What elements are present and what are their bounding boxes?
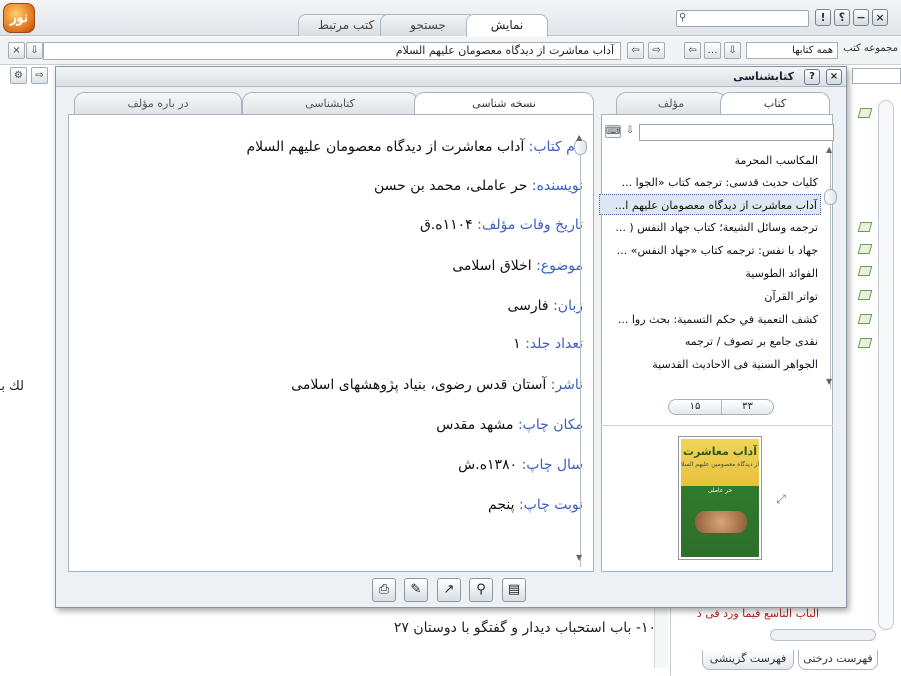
bibliography-dialog: کتابشناسی ? × در باره مؤلف کتابشناسی نسخ… [55,66,847,608]
help-button[interactable]: ? [804,69,820,85]
search-icon: ⚲ [679,12,687,23]
background-text-line: ۱۰- باب استحباب دیدار و گفتگو با دوستان … [393,620,656,636]
tab-manuscript[interactable]: نسخه شناسی [414,92,594,116]
book-cover-image[interactable]: آداب معاشرت از دیدگاه معصومین علیهم السل… [678,436,762,560]
tree-search-input[interactable] [852,68,901,84]
background-text-fragment: لك به [0,379,24,394]
edit-icon[interactable]: ✎ [404,578,428,602]
field-language: زبان: فارسی [507,298,584,314]
tab-search[interactable]: جستجو [380,14,476,36]
field-print-place: مکان چاپ: مشهد مقدس [436,417,583,433]
tab-book[interactable]: کتاب [720,92,830,116]
expand-icon[interactable]: ⤢ [774,493,788,507]
tree-horizontal-scrollbar[interactable] [770,629,876,641]
tab-about-author[interactable]: در باره مؤلف [74,92,242,115]
tree-scrollbar[interactable] [878,100,894,630]
tab-bibliography[interactable]: کتابشناسی [242,92,418,115]
list-item[interactable]: الفوائد الطوسية [599,263,821,284]
list-scrollbar[interactable]: ▲ ▼ [824,145,838,389]
close-button[interactable]: × [826,69,842,85]
app-logo[interactable]: نور [3,3,35,33]
list-item[interactable]: الجواهر السنیة فی الاحادیث القدسیة [599,354,821,375]
wrench-icon[interactable]: ⚙ [10,67,27,84]
back-arrow-icon[interactable]: ⇦ [627,42,644,59]
book-icon[interactable] [857,222,873,232]
pager-current: ۱۵ [689,401,701,412]
tab-author[interactable]: مؤلف [616,92,726,115]
cover-author: حر عاملی [707,487,733,494]
keyboard-icon[interactable]: ⌨ [605,125,621,138]
minimize-button[interactable]: − [853,9,869,26]
list-item[interactable]: کلیات حدیث قدسی: ترجمه کتاب «الجوا ... [599,172,821,193]
print-icon[interactable]: ⎙ [372,578,396,602]
book-search-input[interactable] [639,124,834,141]
tree-item-red[interactable]: الباب التاسع فیما ورد فی ذ [683,607,819,620]
book-title-field[interactable]: آداب معاشرت از دیدگاه معصومان علیهم السل… [43,42,621,60]
help-button[interactable]: ؟ [834,9,850,26]
dialog-toolbar: ⎙ ✎ ↗ ⚲ ▤ [68,572,834,604]
list-item[interactable]: تواتر القرآن [599,286,821,307]
down-arrow-icon[interactable]: ⇩ [623,125,637,140]
book-icon[interactable] [857,314,873,324]
field-print-year: سال چاپ: ۱۳۸۰ه.ش [458,457,583,473]
search-icon[interactable]: ⚲ [469,578,493,602]
book-icon[interactable] [857,108,873,118]
book-icon[interactable] [857,244,873,254]
scroll-up-icon[interactable]: ▲ [826,145,832,154]
book-icon[interactable] [857,338,873,348]
cover-title: آداب معاشرت [683,445,757,458]
list-item[interactable]: کشف التعمیة في حکم التسمیة: بحث روا ... [599,309,821,330]
close-doc-button[interactable]: × [8,42,25,59]
list-item[interactable]: المکاسب المحرمة [599,150,821,171]
search-input[interactable]: ⚲ [676,10,809,27]
tab-tree-index[interactable]: فهرست درختی [798,650,878,670]
tab-display[interactable]: نمایش [466,14,548,37]
field-publisher: ناشر: آستان قدس رضوی، بنیاد پژوهشهای اسل… [291,377,583,393]
cover-subtitle: از دیدگاه معصومین علیهم السلام [681,461,759,468]
collection-label: مجموعه کتب [843,43,898,54]
list-item[interactable]: نقدی جامع بر تصوف / ترجمه [599,331,821,352]
book-icon[interactable] [857,266,873,276]
field-subject: موضوع: اخلاق اسلامی [452,258,583,274]
field-death-date: تاریخ وفات مؤلف: ۱۱۰۴ه.ق [419,217,583,233]
export-icon[interactable]: ⇨ [31,67,48,84]
export-icon[interactable]: ↗ [437,578,461,602]
details-scrollbar[interactable]: ▲ ▼ [574,133,588,567]
close-button[interactable]: × [872,9,888,26]
dialog-title: کتابشناسی [733,70,794,83]
field-edition: نوبت چاپ: پنجم [488,497,583,513]
more-icon[interactable]: … [704,42,721,59]
alert-button[interactable]: ! [815,9,831,26]
dialog-titlebar [56,67,846,87]
handshake-image [695,511,747,533]
list-item[interactable]: ترجمه وسائل الشيعة؛ كتاب جهاد النفس ( ..… [599,217,821,238]
collection-select[interactable]: همه کتابها [746,42,838,59]
list-pager[interactable]: ۱۵ ۳۳ [668,399,774,415]
book-icon[interactable] [857,290,873,300]
field-volumes: تعداد جلد: ۱ [513,336,583,352]
down-arrow-icon[interactable]: ⇩ [26,42,43,59]
divider [601,425,833,426]
list-item[interactable]: جهاد با نفس: ترجمه کتاب «جهاد النفس» ... [599,240,821,261]
list-item-selected[interactable]: آداب معاشرت از دیدگاه معصومان علیهم ا... [599,194,821,215]
field-book-name: نام کتاب: آداب معاشرت از دیدگاه معصومان … [246,139,583,155]
nav-back-icon[interactable]: ⇦ [684,42,701,59]
scroll-down-icon[interactable]: ▼ [576,553,582,562]
field-author: نویسنده: حر عاملی، محمد بن حسن [373,178,583,194]
down-arrow-icon[interactable]: ⇩ [724,42,741,59]
note-icon[interactable]: ▤ [502,578,526,602]
scroll-up-icon[interactable]: ▲ [576,133,582,142]
pager-total: ۳۳ [721,400,773,414]
tab-selective-index[interactable]: فهرست گزینشی [702,650,794,670]
scroll-thumb[interactable] [824,189,837,205]
manuscript-details-panel: نام کتاب: آداب معاشرت از دیدگاه معصومان … [68,114,594,572]
scroll-down-icon[interactable]: ▼ [826,377,832,386]
forward-arrow-icon[interactable]: ⇨ [648,42,665,59]
